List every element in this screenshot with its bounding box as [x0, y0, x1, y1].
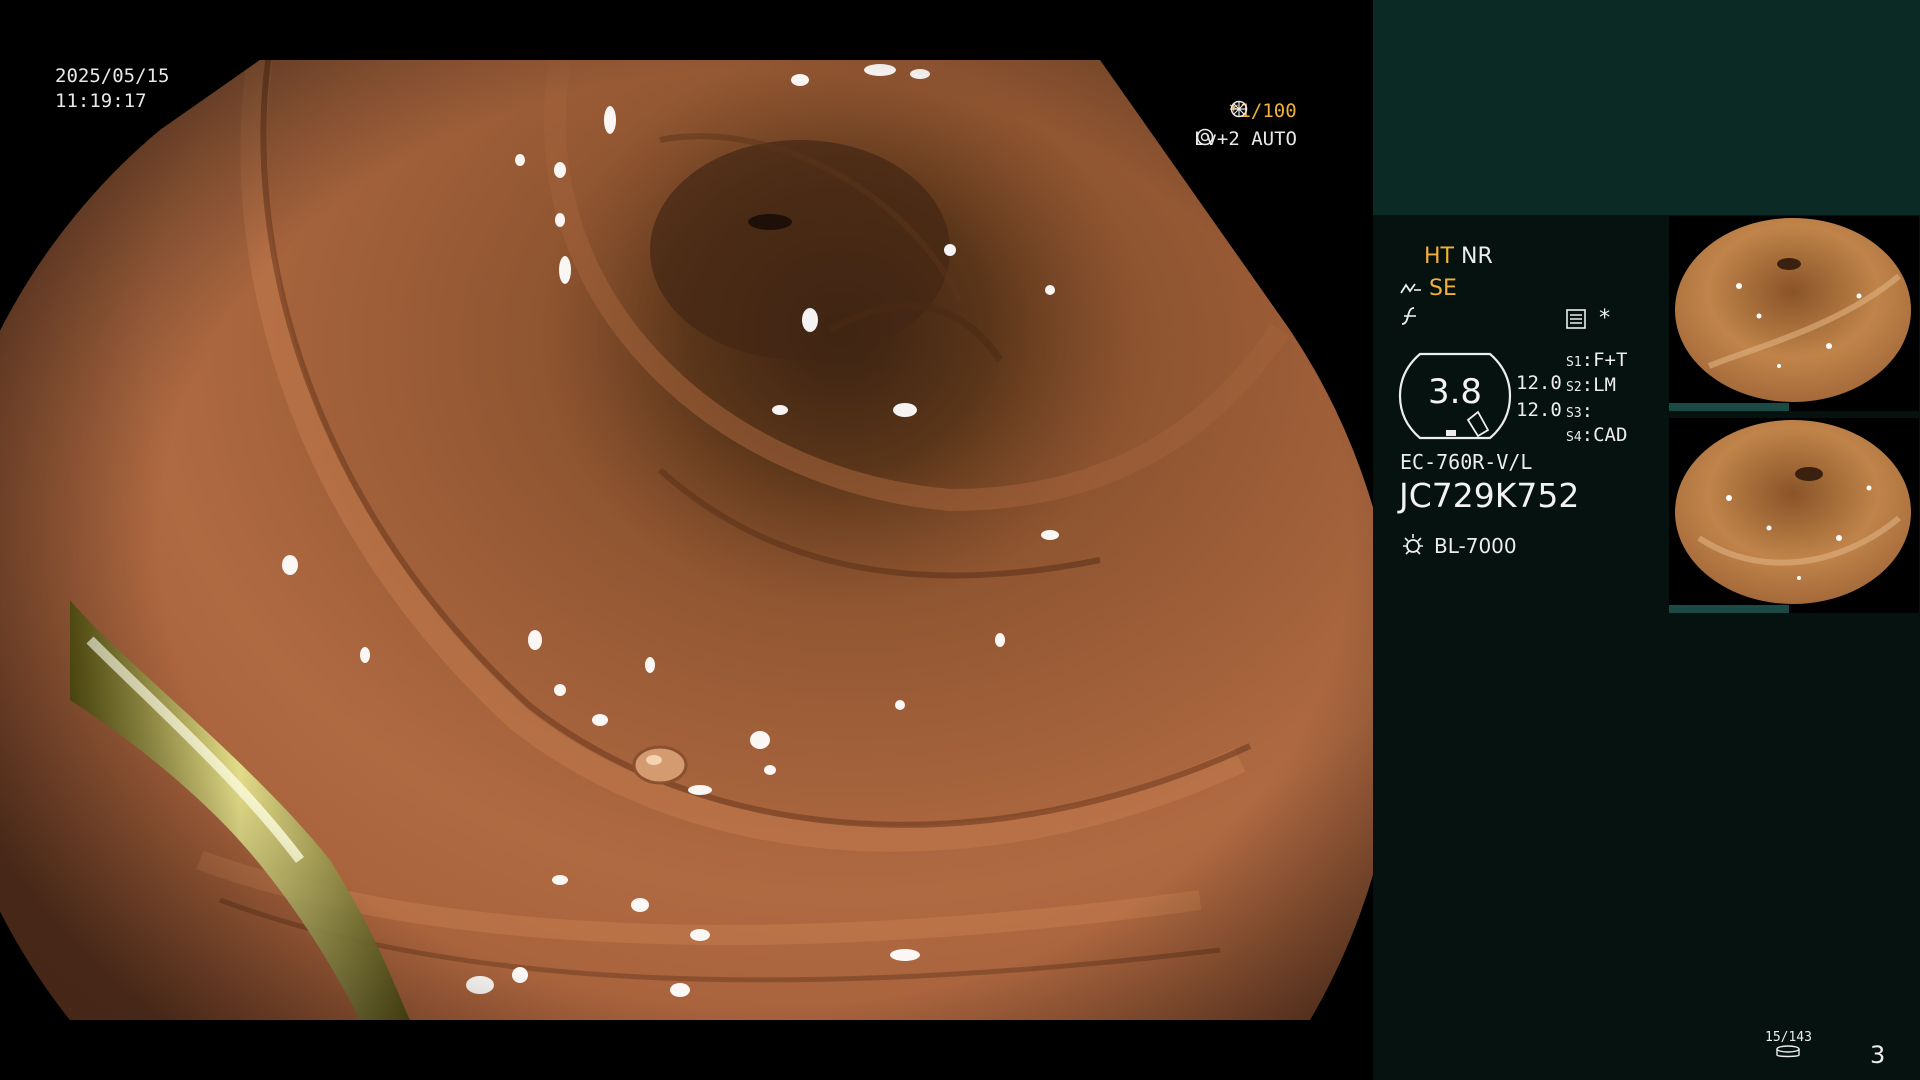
- capture-counter: 15/143: [1765, 1030, 1812, 1063]
- switch-s2: S2:LM: [1566, 374, 1616, 396]
- light-source-text: BL-7000: [1434, 534, 1517, 558]
- value-2: 12.0: [1516, 399, 1562, 421]
- capture-thumbnail[interactable]: [1669, 216, 1919, 411]
- shutter-readout: *1/100: [1228, 100, 1297, 122]
- light-source: BL-7000: [1400, 532, 1517, 563]
- switch-s3: S3:: [1566, 400, 1594, 422]
- s1-value: F+T: [1593, 349, 1628, 371]
- brightness-gauge: 3.8: [1398, 350, 1512, 442]
- scope-serial: JC729K752: [1399, 476, 1580, 515]
- time-text: 11:19:17: [55, 90, 147, 112]
- mode-se: SE: [1429, 276, 1457, 301]
- structure-enhance-icon: [1400, 283, 1421, 294]
- endoscope-view: 2025/05/15 11:19:17 *1/100 Lv+2 AUTO: [0, 0, 1373, 1080]
- thumbnail-bar: [1669, 605, 1789, 613]
- s2-label: S2: [1566, 380, 1582, 395]
- endoscope-image: [0, 60, 1373, 1020]
- s4-value: CAD: [1593, 424, 1628, 446]
- date-text: 2025/05/15: [55, 65, 170, 87]
- color-tone-icon: [1401, 307, 1416, 325]
- s3-label: S3: [1566, 406, 1582, 421]
- star-mark: *: [1598, 306, 1612, 331]
- s2-value: LM: [1593, 374, 1616, 396]
- mode-nr: NR: [1460, 244, 1493, 269]
- level-readout: Lv+2 AUTO: [1194, 128, 1297, 150]
- s4-label: S4: [1566, 430, 1582, 445]
- thumbnail-image: [1675, 420, 1911, 604]
- switch-s4: S4:CAD: [1566, 424, 1628, 446]
- mode-se-row: SE: [1400, 276, 1457, 301]
- thumbnail-image: [1675, 218, 1911, 402]
- disk-icon: [1776, 1045, 1801, 1058]
- tissue-image: [0, 60, 1373, 1020]
- value-1: 12.0: [1516, 372, 1562, 394]
- datetime-display: 2025/05/15 11:19:17: [55, 64, 169, 114]
- menu-icon: [1566, 309, 1586, 329]
- freeze-icon: [1230, 100, 1248, 118]
- auto-icon: [1196, 128, 1214, 146]
- thumbnail-bar: [1669, 403, 1789, 411]
- page-number: 3: [1870, 1041, 1886, 1069]
- switch-s1: S1:F+T: [1566, 349, 1628, 371]
- light-source-icon: [1403, 534, 1423, 555]
- capture-thumbnail[interactable]: [1669, 418, 1919, 613]
- color-tone-row: [1400, 306, 1422, 332]
- mode-ht: HT: [1424, 244, 1454, 269]
- scope-model: EC-760R-V/L: [1400, 450, 1533, 474]
- menu-row: [1565, 308, 1587, 334]
- panel-header: [1373, 0, 1920, 215]
- gauge-value: 3.8: [1427, 372, 1483, 412]
- s1-label: S1: [1566, 355, 1582, 370]
- capture-counter-text: 15/143: [1765, 1030, 1812, 1045]
- mode-ht-nr: HT NR: [1424, 244, 1493, 269]
